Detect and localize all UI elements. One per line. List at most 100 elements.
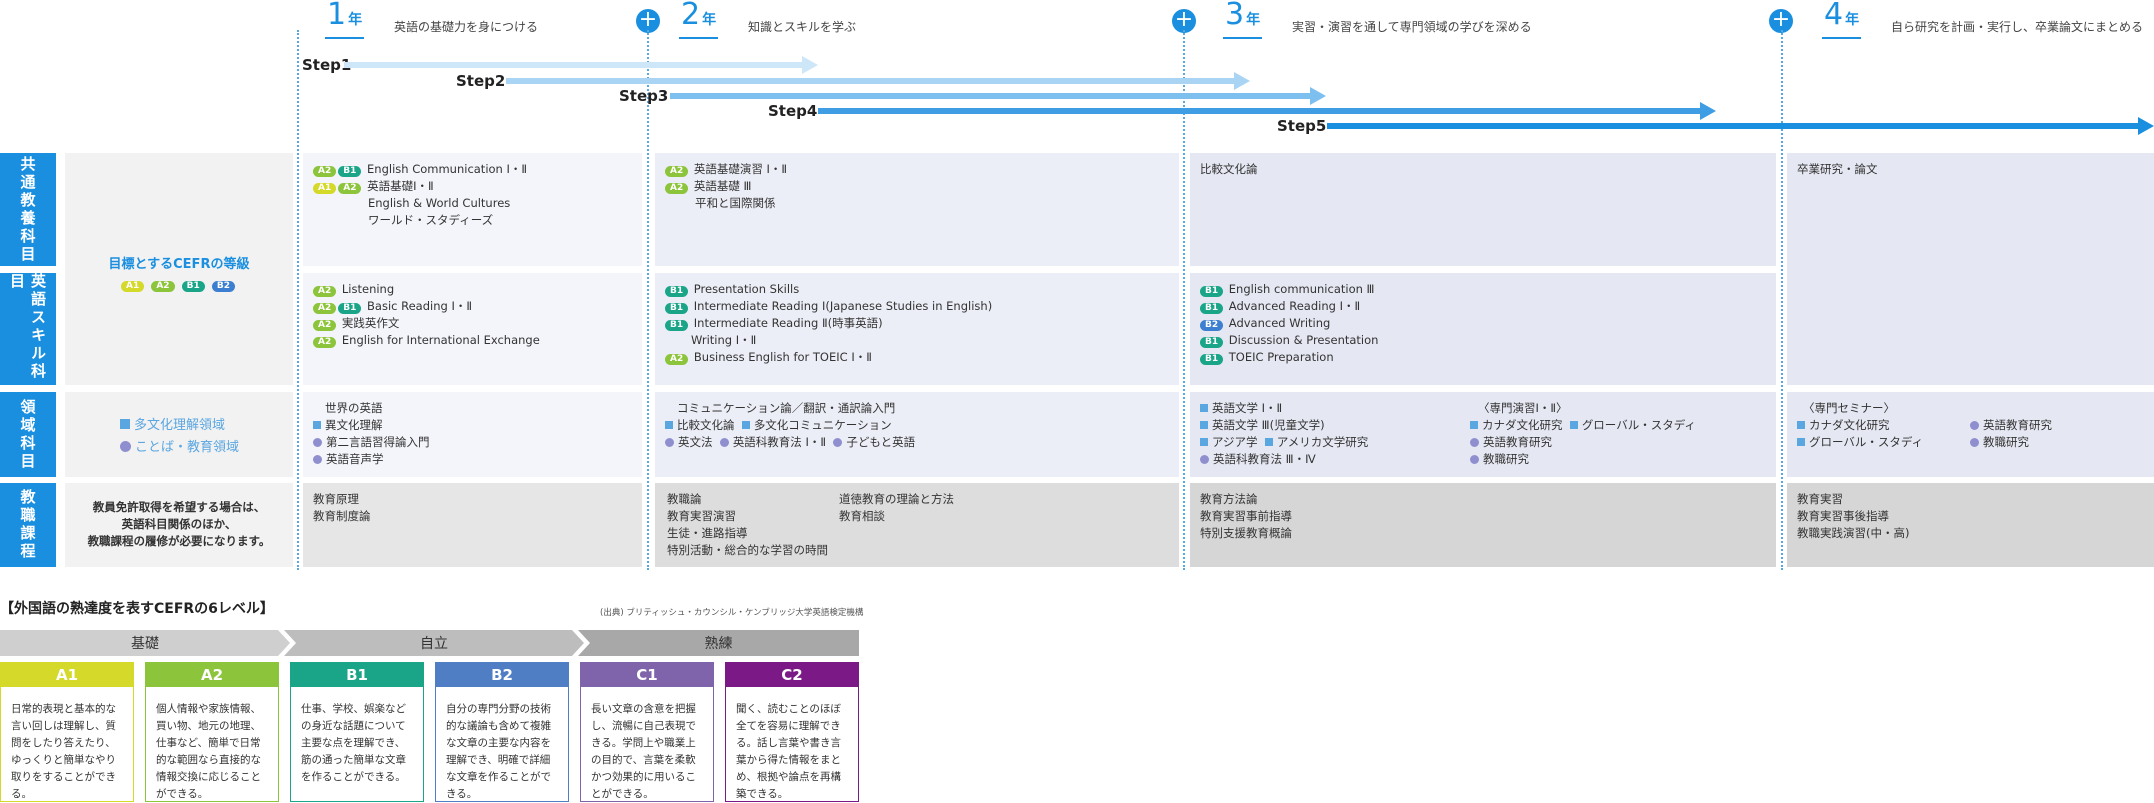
year-description: 実習・演習を通して専門領域の学びを深める bbox=[1292, 20, 1532, 34]
cefr-level-desc: 自分の専門分野の技術的な議論も含めて複雑な文章の主要な内容を理解でき、明確で詳細… bbox=[446, 703, 551, 800]
course-item: A2 英語基礎演習 Ⅰ・Ⅱ bbox=[665, 161, 1169, 178]
course-item: 英語科教育法 Ⅲ・Ⅳ bbox=[1200, 451, 1368, 468]
course-item: B1 TOEIC Preparation bbox=[1200, 349, 1766, 366]
circle-icon bbox=[1470, 455, 1479, 464]
cefr-level-desc: 長い文章の含意を把握し、流暢に自己表現できる。学問上や職業上の目的で、言葉を柔軟… bbox=[591, 703, 696, 800]
domain-year2: コミュニケーション論／翻訳・通訳論入門 比較文化論 多文化コミュニケーション 英… bbox=[655, 392, 1179, 477]
cefr-source: (出典) ブリティッシュ・カウンシル・ケンブリッジ大学英語検定機構 bbox=[600, 608, 864, 618]
year-divider bbox=[297, 30, 299, 570]
cefr-badge: A1 bbox=[121, 281, 145, 292]
year-number: 1年 bbox=[325, 0, 365, 39]
square-icon bbox=[1470, 421, 1478, 429]
course-item: 比較文化論 bbox=[1200, 162, 1258, 176]
cefr-level-name: C1 bbox=[581, 663, 713, 687]
skills-year2: B1 Presentation Skills B1 Intermediate R… bbox=[655, 273, 1179, 385]
step-label: Step4 bbox=[768, 102, 818, 120]
course-item: 教職実践演習(中・高) bbox=[1797, 526, 1910, 540]
cefr-target-title: 目標とするCEFRの等級 bbox=[108, 257, 250, 272]
course-item: 教職研究 bbox=[1970, 434, 2052, 451]
category-teaching: 教職課程 bbox=[0, 483, 56, 567]
course-item: 英語音声学 bbox=[313, 451, 632, 468]
teaching-note-line: 教員免許取得を希望する場合は、 bbox=[92, 500, 266, 514]
skills-year1: A2 Listening A2 B1 Basic Reading Ⅰ・Ⅱ A2 実… bbox=[303, 273, 642, 385]
square-icon bbox=[1200, 404, 1208, 412]
course-item: 英語教育研究 bbox=[1970, 417, 2052, 434]
year-divider bbox=[1781, 30, 1783, 570]
square-icon bbox=[1569, 421, 1578, 429]
teaching-note-panel: 教員免許取得を希望する場合は、 英語科目関係のほか、 教職課程の履修が必要になり… bbox=[65, 483, 293, 567]
year-number: 3年 bbox=[1223, 0, 1263, 39]
course-item: 英語教育研究 bbox=[1470, 434, 1696, 451]
step-label: Step3 bbox=[619, 87, 669, 105]
domain-year4: 〈専門セミナー〉 カナダ文化研究 グローバル・スタディ 英語教育研究 教職研究 bbox=[1787, 392, 2154, 477]
circle-icon bbox=[1200, 455, 1209, 464]
course-item: A2 英語基礎 Ⅲ bbox=[665, 178, 1169, 195]
circle-icon bbox=[1970, 438, 1979, 447]
course-item: ワールド・スタディーズ bbox=[368, 213, 494, 227]
circle-icon bbox=[719, 438, 729, 447]
step-arrow bbox=[818, 102, 1716, 120]
teaching-year2: 教職論 教育実習演習 生徒・進路指導 特別活動・総合的な学習の時間 道徳教育の理… bbox=[655, 483, 1179, 567]
square-icon bbox=[741, 421, 750, 429]
step-arrow bbox=[1327, 117, 2154, 135]
cefr-level-name: A1 bbox=[1, 663, 133, 687]
course-item: 教職論 bbox=[667, 492, 702, 506]
cefr-target-panel: 目標とするCEFRの等級 A1 A2 B1 B2 bbox=[65, 153, 293, 385]
cefr-level-name: B1 bbox=[291, 663, 423, 687]
cefr-target-badges: A1 A2 B1 B2 bbox=[65, 273, 293, 292]
course-item: 英語文学 Ⅲ(児童文学) bbox=[1200, 417, 1368, 434]
course-item: A2 Listening bbox=[313, 281, 632, 298]
teaching-year3: 教育方法論 教育実習事前指導 特別支援教育概論 bbox=[1190, 483, 1776, 567]
cefr-badge: A2 bbox=[151, 281, 175, 292]
course-item: A2 B1 Basic Reading Ⅰ・Ⅱ bbox=[313, 298, 632, 315]
course-item: 教育原理 bbox=[313, 492, 359, 506]
course-item: 教育実習演習 bbox=[667, 509, 736, 523]
course-item: B1 Discussion & Presentation bbox=[1200, 332, 1766, 349]
cefr-level-name: C2 bbox=[726, 663, 858, 687]
step-arrow bbox=[344, 56, 818, 74]
cefr-level-name: A2 bbox=[146, 663, 278, 687]
course-item: A2 Business English for TOEIC Ⅰ・Ⅱ bbox=[665, 349, 1169, 366]
domain-legend-1: 多文化理解領域 bbox=[120, 414, 225, 433]
step-label: Step2 bbox=[456, 72, 506, 90]
course-item: A2 English for International Exchange bbox=[313, 332, 632, 349]
course-item: B1 Advanced Reading Ⅰ・Ⅱ bbox=[1200, 298, 1766, 315]
course-item: 教育実習 bbox=[1797, 492, 1843, 506]
course-item: 世界の英語 bbox=[325, 401, 383, 415]
circle-icon bbox=[833, 438, 843, 447]
domain-year1: 世界の英語 異文化理解 第二言語習得論入門 英語音声学 bbox=[303, 392, 642, 477]
square-icon bbox=[313, 421, 321, 429]
cefr-level-a1: A1 日常的表現と基本的な言い回しは理解し、質問をしたり答えたり、ゆっくりと簡単… bbox=[0, 662, 134, 802]
course-item: 〈専門演習Ⅰ・Ⅱ〉 bbox=[1478, 401, 1568, 415]
square-icon bbox=[120, 419, 130, 429]
domain-year3: 英語文学 Ⅰ・Ⅱ 英語文学 Ⅲ(児童文学) アジア学 アメリカ文学研究 英語科教… bbox=[1190, 392, 1776, 477]
circle-icon bbox=[1470, 438, 1479, 447]
cefr-badge: B1 bbox=[181, 281, 205, 292]
course-item: 〈専門セミナー〉 bbox=[1803, 401, 1895, 415]
category-skills: 英語スキル科目 bbox=[0, 273, 56, 385]
cefr-section-title: 【外国語の熟達度を表すCEFRの6レベル】 bbox=[0, 601, 274, 617]
course-item: A1 A2 英語基礎Ⅰ・Ⅱ bbox=[313, 178, 632, 195]
cefr-level-desc: 聞く、読むことのほぼ全てを容易に理解できる。話し言葉や書き言葉から得た情報をまと… bbox=[736, 703, 841, 800]
course-item: B1 Intermediate Reading Ⅰ(Japanese Studi… bbox=[665, 298, 1169, 315]
course-item: アジア学 アメリカ文学研究 bbox=[1200, 434, 1368, 451]
course-item: B1 English communication Ⅲ bbox=[1200, 281, 1766, 298]
square-icon bbox=[1797, 421, 1805, 429]
domain-legend-2: ことば・教育領域 bbox=[120, 436, 239, 455]
domain-legend-panel: 多文化理解領域 ことば・教育領域 bbox=[65, 392, 293, 477]
cefr-group-independent: 自立 bbox=[284, 630, 584, 656]
category-domain: 領域科目 bbox=[0, 392, 56, 477]
teaching-note-line: 教職課程の履修が必要になります。 bbox=[87, 534, 271, 548]
common-year2: A2 英語基礎演習 Ⅰ・Ⅱ A2 英語基礎 Ⅲ 平和と国際関係 bbox=[655, 153, 1179, 266]
course-item: 教育実習事後指導 bbox=[1797, 509, 1889, 523]
skills-year3: B1 English communication Ⅲ B1 Advanced R… bbox=[1190, 273, 1776, 385]
course-item: 英文法 英語科教育法 Ⅰ・Ⅱ 子どもと英語 bbox=[665, 434, 1169, 451]
course-item: 教職研究 bbox=[1470, 451, 1696, 468]
course-item: 卒業研究・論文 bbox=[1797, 162, 1878, 176]
course-item: コミュニケーション論／翻訳・通訳論入門 bbox=[677, 401, 896, 415]
cefr-level-desc: 仕事、学校、娯楽などの身近な話題について主要な点を理解でき、筋の通った簡単な文章… bbox=[301, 703, 406, 783]
cefr-level-desc: 日常的表現と基本的な言い回しは理解し、質問をしたり答えたり、ゆっくりと簡単なやり… bbox=[11, 703, 116, 800]
circle-icon bbox=[313, 438, 322, 447]
category-common: 共通教養科目 bbox=[0, 153, 56, 266]
course-item: B2 Advanced Writing bbox=[1200, 315, 1766, 332]
